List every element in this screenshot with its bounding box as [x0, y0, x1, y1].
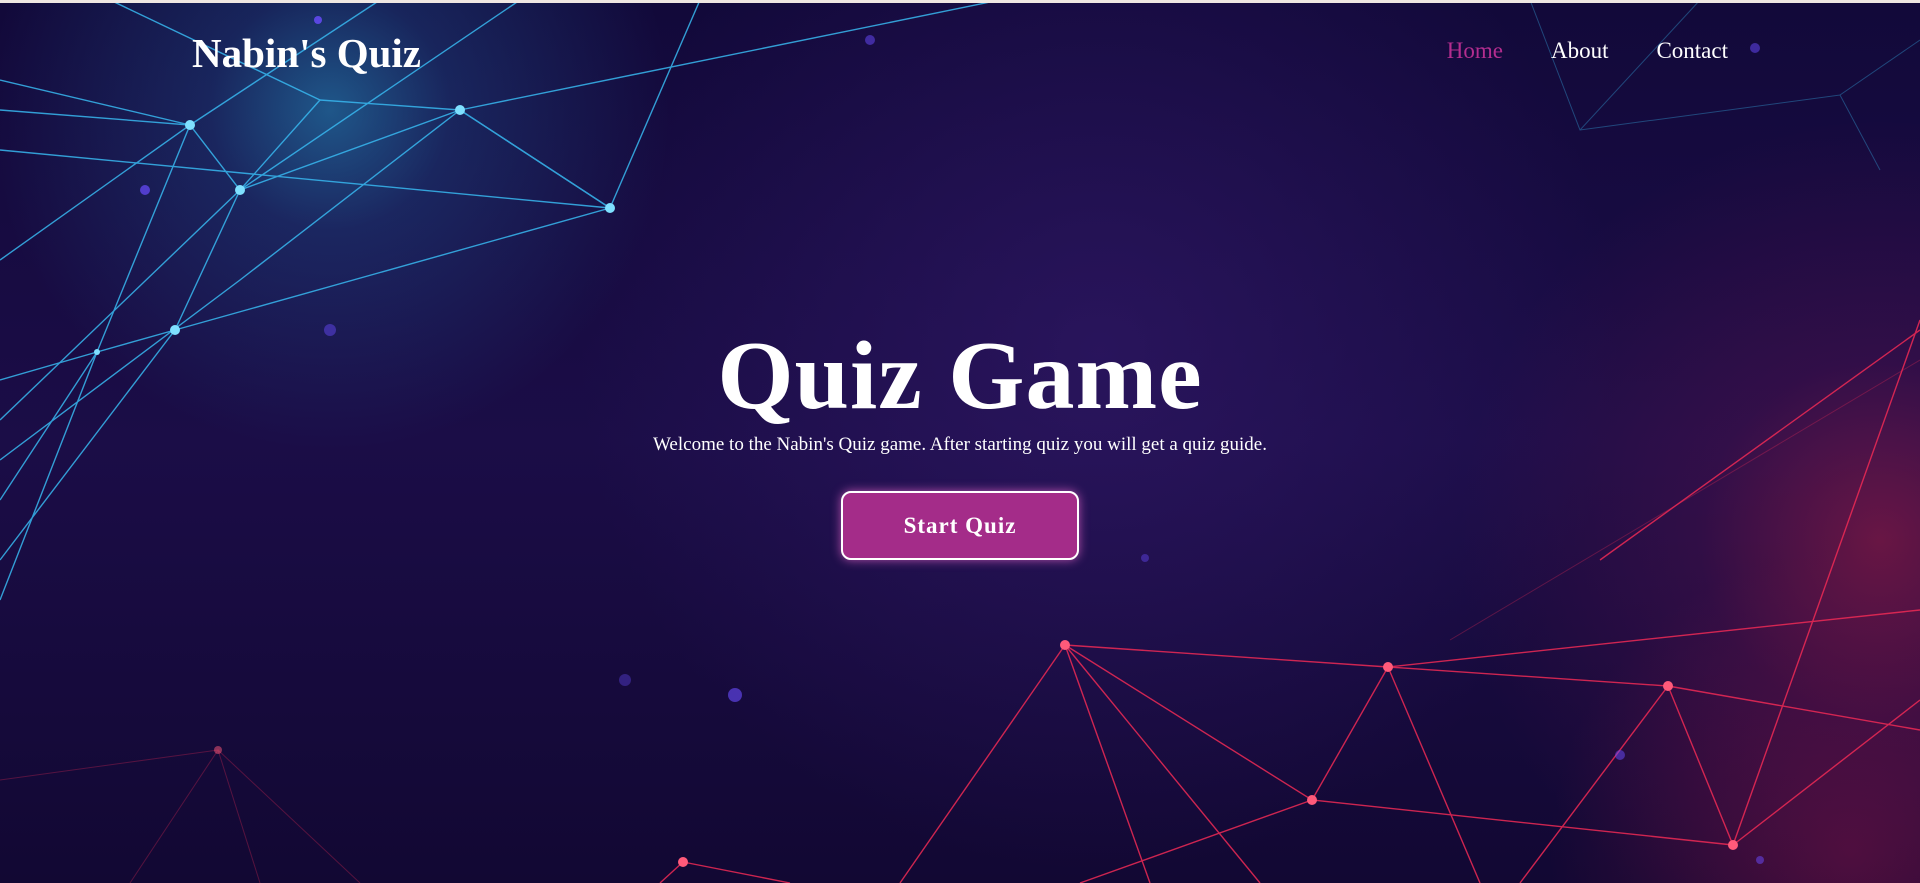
nav-contact-link[interactable]: Contact	[1656, 36, 1728, 66]
hero-section: Quiz Game Welcome to the Nabin's Quiz ga…	[0, 320, 1920, 560]
red-network-nodes	[214, 640, 1738, 867]
browser-top-strip	[0, 0, 1920, 3]
blue-network-nodes	[94, 105, 615, 355]
site-logo[interactable]: Nabin's Quiz	[192, 29, 421, 77]
site-header: Nabin's Quiz Home About Contact	[0, 3, 1920, 99]
nav-about-link[interactable]: About	[1551, 36, 1609, 66]
hero-subtitle: Welcome to the Nabin's Quiz game. After …	[653, 434, 1267, 455]
start-quiz-button[interactable]: Start Quiz	[841, 491, 1079, 560]
main-nav: Home About Contact	[1447, 36, 1728, 66]
nav-home-link[interactable]: Home	[1447, 36, 1503, 66]
hero-title: Quiz Game	[717, 322, 1203, 430]
